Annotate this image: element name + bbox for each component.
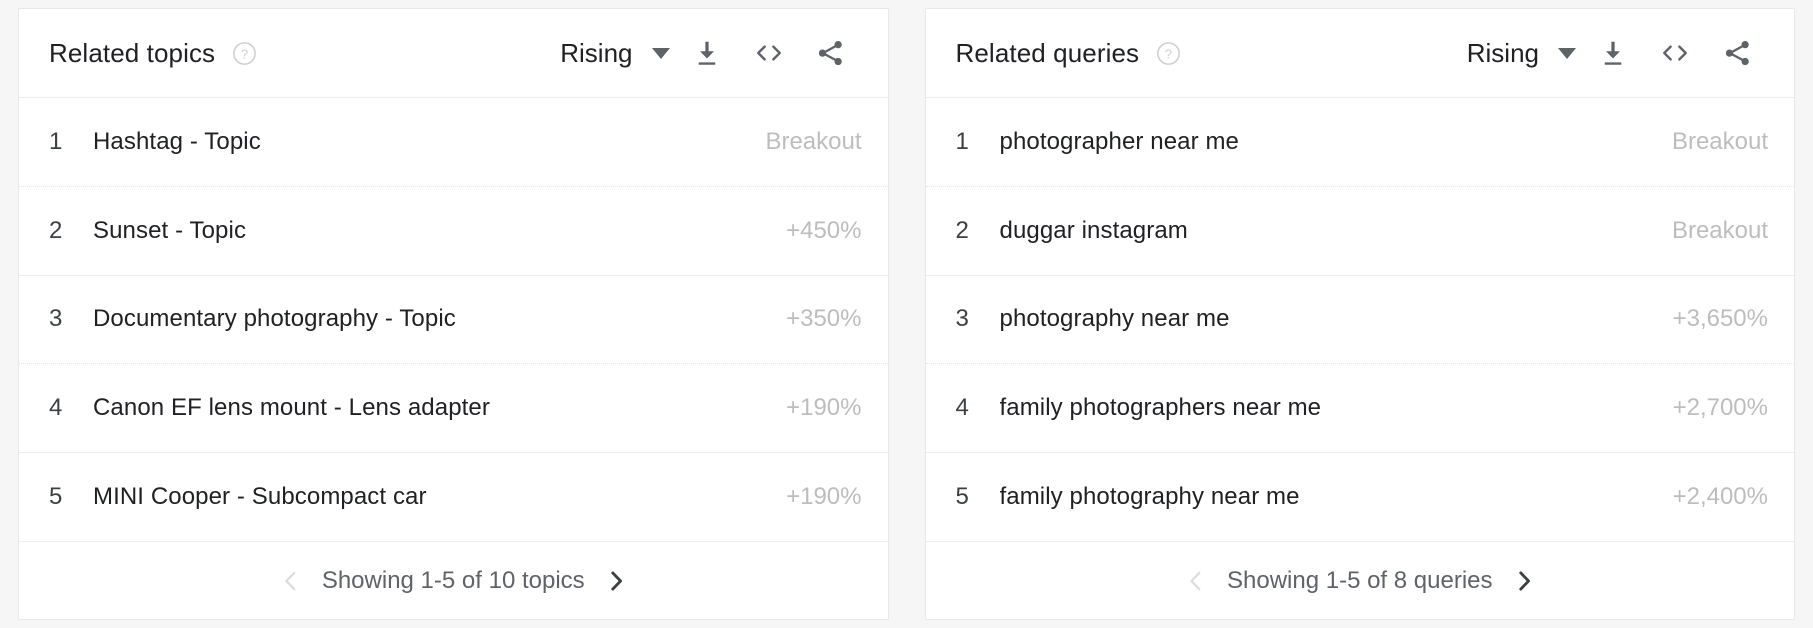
help-circle-icon[interactable]: ?	[1156, 41, 1181, 66]
row-rank: 3	[49, 305, 63, 333]
download-icon	[692, 38, 722, 68]
pagination: Showing 1-5 of 8 queries	[1173, 558, 1547, 604]
row-label: Canon EF lens mount - Lens adapter	[93, 394, 490, 422]
row-label: Hashtag - Topic	[93, 127, 261, 155]
row-rank: 4	[49, 394, 63, 422]
chevron-left-icon[interactable]	[1173, 558, 1219, 604]
card-footer: Showing 1-5 of 8 queries	[925, 541, 1794, 619]
row-value: +3,650%	[1672, 305, 1768, 333]
row-rank: 3	[955, 305, 969, 333]
chevron-right-icon[interactable]	[1501, 558, 1547, 604]
related-topics-card: Related topics ? Rising 1 Hashtag - Topi…	[18, 8, 889, 620]
table-row[interactable]: 3 photography near me +3,650%	[925, 274, 1794, 364]
card-footer: Showing 1-5 of 10 topics	[19, 541, 888, 619]
table-row[interactable]: 3 Documentary photography - Topic +350%	[19, 274, 888, 364]
share-icon	[1722, 38, 1753, 68]
related-panels-board: Related topics ? Rising 1 Hashtag - Topi…	[0, 0, 1813, 628]
table-row[interactable]: 4 family photographers near me +2,700%	[925, 363, 1794, 452]
card-header: Related queries ? Rising	[926, 9, 1795, 97]
row-label: Documentary photography - Topic	[93, 305, 456, 333]
card-header: Related topics ? Rising	[19, 9, 888, 97]
table-row[interactable]: 2 Sunset - Topic +450%	[19, 185, 888, 275]
pagination-status: Showing 1-5 of 8 queries	[1227, 566, 1493, 594]
row-value: +350%	[786, 305, 862, 333]
table-row[interactable]: 1 Hashtag - Topic Breakout	[19, 97, 888, 186]
svg-text:?: ?	[1165, 46, 1172, 61]
row-value: +190%	[786, 483, 862, 511]
table-row[interactable]: 2 duggar instagram Breakout	[925, 185, 1794, 275]
share-button[interactable]	[1706, 25, 1768, 81]
embed-button[interactable]	[1644, 25, 1706, 81]
sort-value: Rising	[1466, 37, 1539, 68]
related-queries-card: Related queries ? Rising 1 photographer …	[924, 8, 1795, 620]
row-value: Breakout	[765, 127, 862, 155]
row-label: MINI Cooper - Subcompact car	[93, 483, 427, 511]
panel-title: Related topics	[49, 37, 216, 68]
row-rank: 1	[49, 127, 63, 155]
row-label: Sunset - Topic	[93, 216, 247, 244]
download-icon	[1598, 38, 1628, 68]
share-button[interactable]	[800, 25, 862, 81]
svg-text:?: ?	[241, 46, 248, 61]
row-rank: 1	[955, 127, 969, 155]
row-value: +190%	[786, 394, 862, 422]
row-value: +2,700%	[1672, 394, 1768, 422]
pagination: Showing 1-5 of 10 topics	[268, 558, 639, 604]
related-queries-list: 1 photographer near me Breakout 2 duggar…	[925, 97, 1794, 541]
embed-code-icon	[1659, 38, 1691, 68]
table-row[interactable]: 5 family photography near me +2,400%	[925, 452, 1794, 541]
table-row[interactable]: 4 Canon EF lens mount - Lens adapter +19…	[19, 363, 888, 452]
row-label: photographer near me	[999, 127, 1239, 155]
embed-button[interactable]	[738, 25, 800, 81]
chevron-down-icon	[651, 47, 670, 59]
row-value: +450%	[786, 216, 862, 244]
chevron-down-icon	[1558, 47, 1576, 59]
share-icon	[815, 38, 846, 68]
sort-value: Rising	[560, 37, 633, 68]
panel-title: Related queries	[955, 37, 1140, 68]
related-topics-list: 1 Hashtag - Topic Breakout 2 Sunset - To…	[19, 97, 888, 541]
row-value: Breakout	[1671, 216, 1768, 244]
row-rank: 5	[49, 483, 63, 511]
row-rank: 4	[955, 394, 969, 422]
row-rank: 2	[955, 216, 969, 244]
chevron-right-icon[interactable]	[593, 558, 639, 604]
download-button[interactable]	[676, 25, 738, 81]
header-tools: Rising	[560, 25, 861, 81]
sort-dropdown[interactable]: Rising	[560, 38, 675, 69]
pagination-status: Showing 1-5 of 10 topics	[321, 566, 585, 594]
table-row[interactable]: 5 MINI Cooper - Subcompact car +190%	[19, 452, 888, 541]
row-label: family photography near me	[999, 483, 1300, 511]
row-rank: 5	[955, 483, 969, 511]
row-value: +2,400%	[1672, 483, 1768, 511]
row-label: duggar instagram	[999, 216, 1188, 244]
row-rank: 2	[49, 216, 63, 244]
table-row[interactable]: 1 photographer near me Breakout	[925, 97, 1794, 186]
help-circle-icon[interactable]: ?	[232, 41, 257, 66]
chevron-left-icon[interactable]	[268, 558, 314, 604]
download-button[interactable]	[1582, 25, 1644, 81]
row-label: photography near me	[999, 305, 1230, 333]
embed-code-icon	[753, 38, 785, 68]
row-value: Breakout	[1671, 127, 1768, 155]
header-tools: Rising	[1467, 25, 1768, 81]
row-label: family photographers near me	[999, 394, 1322, 422]
sort-dropdown[interactable]: Rising	[1467, 38, 1582, 69]
